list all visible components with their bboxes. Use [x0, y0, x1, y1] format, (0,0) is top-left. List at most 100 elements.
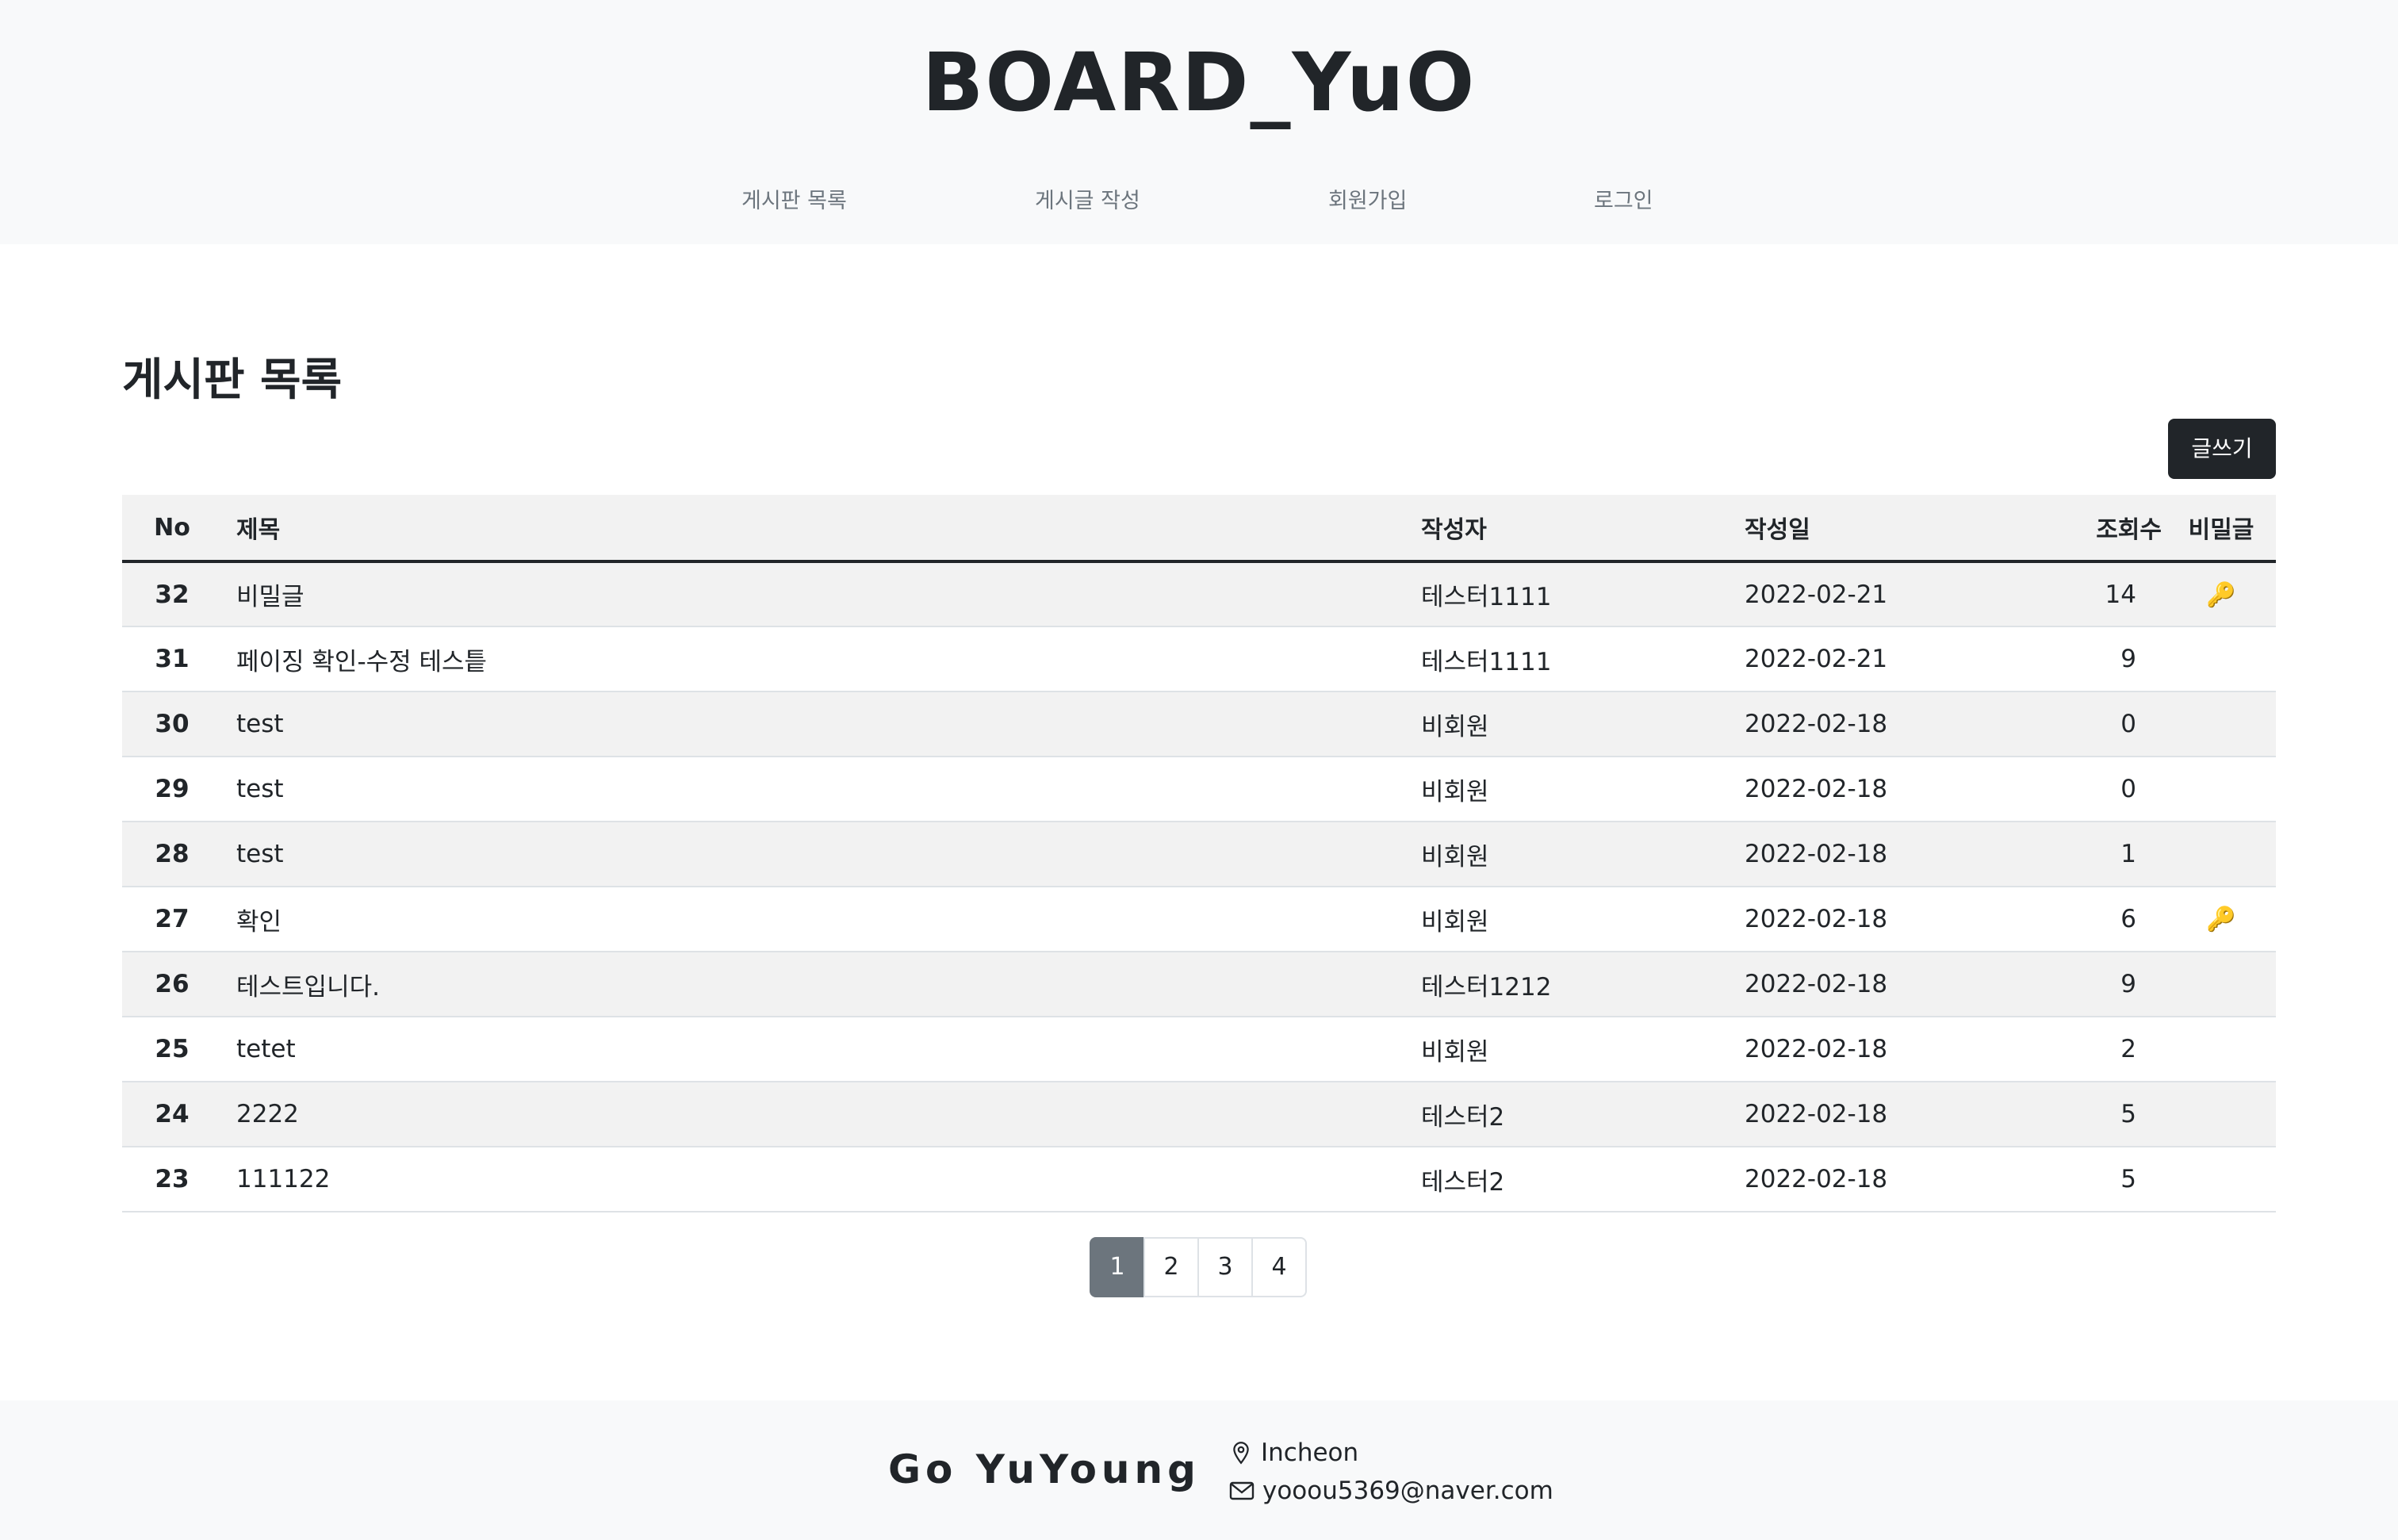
column-header-author: 작성자: [1421, 516, 1487, 544]
post-author: 테스터2: [1421, 1167, 1505, 1197]
footer-location: Incheon: [1229, 1435, 1358, 1470]
write-post-button[interactable]: 글쓰기: [2168, 419, 2276, 479]
footer-location-text: Incheon: [1261, 1438, 1359, 1467]
page-link-4[interactable]: 4: [1251, 1237, 1307, 1297]
post-secret: [2166, 691, 2276, 757]
post-views: 9: [2120, 970, 2136, 998]
post-author: 비회원: [1421, 907, 1489, 937]
pagination: 1234: [1090, 1237, 1307, 1297]
post-date: 2022-02-18: [1745, 840, 1888, 868]
post-author: 비회원: [1421, 777, 1489, 806]
post-date: 2022-02-18: [1745, 710, 1888, 738]
post-date: 2022-02-21: [1745, 580, 1888, 609]
post-title[interactable]: test: [222, 757, 1407, 822]
table-row[interactable]: 24 2222 테스터2 2022-02-18 5: [122, 1082, 2276, 1147]
table-row[interactable]: 30 test 비회원 2022-02-18 0: [122, 691, 2276, 757]
post-views: 2: [2120, 1035, 2136, 1063]
footer-email: yooou5369@naver.com: [1229, 1473, 1553, 1508]
post-number: 24: [155, 1100, 190, 1128]
post-secret: [2166, 822, 2276, 887]
table-header-row: No 제목 작성자 작성일 조회수 비밀글: [122, 495, 2276, 561]
post-number: 30: [155, 710, 190, 738]
page-link-2[interactable]: 2: [1143, 1237, 1199, 1297]
post-secret: [2166, 1082, 2276, 1147]
post-number: 28: [155, 840, 190, 868]
post-author: 테스터1111: [1421, 647, 1552, 676]
site-footer: Go YuYoung Incheon yooou5369@naver.com: [0, 1400, 2398, 1540]
post-views: 9: [2120, 645, 2136, 673]
table-row[interactable]: 25 tetet 비회원 2022-02-18 2: [122, 1017, 2276, 1082]
post-views: 5: [2120, 1100, 2136, 1128]
main-nav: 게시판 목록 게시글 작성 회원가입 로그인: [0, 182, 2398, 220]
post-secret: [2166, 1147, 2276, 1212]
table-row[interactable]: 32 비밀글 테스터1111 2022-02-21 14 🔑: [122, 561, 2276, 626]
column-header-views: 조회수: [2096, 516, 2162, 544]
table-body: 32 비밀글 테스터1111 2022-02-21 14 🔑 31 페이징 확인-수정 테스틑…: [122, 561, 2276, 1212]
board-table: No 제목 작성자 작성일 조회수 비밀글 32 비밀글 테스터1111 2022-0…: [122, 495, 2276, 1212]
post-author: 테스터2: [1421, 1102, 1505, 1132]
post-date: 2022-02-18: [1745, 1035, 1888, 1063]
column-header-date: 작성일: [1745, 516, 1810, 544]
post-date: 2022-02-18: [1745, 970, 1888, 998]
post-number: 29: [155, 775, 190, 803]
post-title[interactable]: 확인: [222, 887, 1407, 952]
envelope-icon: [1229, 1481, 1255, 1500]
post-date: 2022-02-18: [1745, 1165, 1888, 1193]
nav-link-signup[interactable]: 회원가입: [1328, 182, 1407, 220]
table-header: No 제목 작성자 작성일 조회수 비밀글: [122, 495, 2276, 561]
column-header-no: No: [154, 513, 190, 542]
post-number: 23: [155, 1165, 190, 1193]
post-number: 31: [155, 645, 190, 673]
post-number: 32: [155, 580, 190, 609]
column-header-title: 제목: [236, 516, 281, 544]
post-author: 테스터1212: [1421, 972, 1552, 1002]
table-row[interactable]: 23 111122 테스터2 2022-02-18 5: [122, 1147, 2276, 1212]
page-title: 게시판 목록: [122, 354, 343, 406]
post-views: 1: [2120, 840, 2136, 868]
footer-email-text[interactable]: yooou5369@naver.com: [1262, 1477, 1553, 1505]
post-views: 0: [2120, 775, 2136, 803]
table-row[interactable]: 29 test 비회원 2022-02-18 0: [122, 757, 2276, 822]
table-row[interactable]: 27 확인 비회원 2022-02-18 6 🔑: [122, 887, 2276, 952]
post-title[interactable]: test: [222, 691, 1407, 757]
table-row[interactable]: 26 테스트입니다. 테스터1212 2022-02-18 9: [122, 952, 2276, 1017]
post-date: 2022-02-21: [1745, 645, 1888, 673]
site-header: BOARD_YuO 게시판 목록 게시글 작성 회원가입 로그인: [0, 0, 2398, 244]
post-date: 2022-02-18: [1745, 775, 1888, 803]
table-row[interactable]: 28 test 비회원 2022-02-18 1: [122, 822, 2276, 887]
key-icon: 🔑: [2206, 580, 2236, 609]
post-number: 25: [155, 1035, 190, 1063]
post-views: 14: [2105, 580, 2136, 609]
page-link-3[interactable]: 3: [1197, 1237, 1253, 1297]
post-number: 26: [155, 970, 190, 998]
footer-author-name: Go YuYoung: [888, 1446, 1201, 1492]
post-title[interactable]: test: [222, 822, 1407, 887]
post-title[interactable]: 2222: [222, 1082, 1407, 1147]
post-secret: 🔑: [2166, 561, 2276, 626]
post-author: 테스터1111: [1421, 583, 1552, 611]
post-number: 27: [155, 905, 190, 933]
post-title[interactable]: 테스트입니다.: [222, 952, 1407, 1017]
nav-link-login[interactable]: 로그인: [1594, 182, 1653, 220]
map-pin-icon: [1233, 1442, 1249, 1465]
column-header-secret: 비밀글: [2188, 516, 2254, 544]
post-date: 2022-02-18: [1745, 905, 1888, 933]
post-secret: 🔑: [2166, 887, 2276, 952]
post-title[interactable]: 페이징 확인-수정 테스틑: [222, 626, 1407, 691]
page-link-1[interactable]: 1: [1090, 1237, 1145, 1297]
site-title[interactable]: BOARD_YuO: [0, 32, 2398, 135]
table-row[interactable]: 31 페이징 확인-수정 테스틑 테스터1111 2022-02-21 9: [122, 626, 2276, 691]
post-title[interactable]: 111122: [222, 1147, 1407, 1212]
post-title[interactable]: tetet: [222, 1017, 1407, 1082]
nav-link-board-list[interactable]: 게시판 목록: [741, 182, 847, 220]
post-secret: [2166, 757, 2276, 822]
post-secret: [2166, 1017, 2276, 1082]
key-icon: 🔑: [2206, 906, 2236, 933]
post-views: 6: [2120, 905, 2136, 933]
post-views: 0: [2120, 710, 2136, 738]
post-author: 비회원: [1421, 842, 1489, 872]
post-date: 2022-02-18: [1745, 1100, 1888, 1128]
nav-link-write-post[interactable]: 게시글 작성: [1035, 182, 1140, 220]
post-title[interactable]: 비밀글: [222, 561, 1407, 626]
post-secret: [2166, 952, 2276, 1017]
